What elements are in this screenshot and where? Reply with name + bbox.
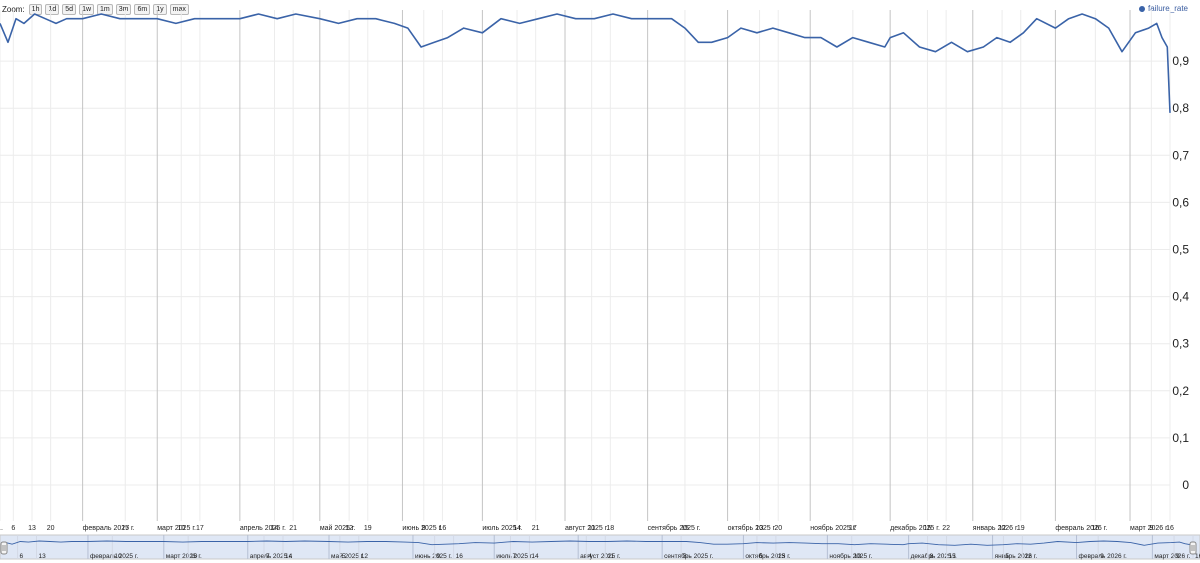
navigator-tick-label: 8 bbox=[930, 553, 934, 560]
x-tick-label: декабрь 2025 г. bbox=[890, 524, 940, 532]
x-tick-label: 9 bbox=[1149, 525, 1153, 532]
navigator-tick-label: 12 bbox=[361, 553, 369, 560]
navigator-tick-label: 15 bbox=[949, 553, 957, 560]
navigator-tick-label: 7 bbox=[266, 553, 270, 560]
x-tick-label: 17 bbox=[121, 525, 129, 532]
navigator-tick-label: 7 bbox=[512, 553, 516, 560]
x-tick-label: август 2025 г. bbox=[565, 525, 608, 532]
x-tick-label: 15 bbox=[924, 525, 932, 532]
navigator-tick-label: 13 bbox=[778, 553, 786, 560]
x-tick-label: 21 bbox=[289, 525, 297, 532]
navigator-tick-label: 11 bbox=[607, 553, 614, 560]
y-tick-label: 0,3 bbox=[1172, 337, 1189, 351]
navigator-tick-label: май 2025 г. bbox=[331, 552, 364, 560]
x-tick-label: 13 bbox=[756, 525, 764, 532]
navigator-tick-label: ноябрь 2025 г. bbox=[829, 552, 872, 560]
grid-lines bbox=[0, 10, 1171, 521]
navigator-tick-label: 10 bbox=[114, 553, 122, 560]
navigator-tick-label: 6 bbox=[20, 553, 24, 560]
x-tick-label: февраль 2026 г. bbox=[1055, 525, 1107, 532]
navigator-tick-label: 16 bbox=[1195, 553, 1200, 560]
navigator-tick-label: 16 bbox=[456, 553, 464, 560]
y-tick-label: 0,9 bbox=[1172, 54, 1189, 68]
x-tick-label: 12 bbox=[998, 525, 1006, 532]
x-tick-label: 20 bbox=[774, 525, 782, 532]
navigator-tick-label: 5 bbox=[1005, 553, 1009, 560]
y-tick-label: 0,1 bbox=[1172, 431, 1189, 445]
x-tick-label: 13 bbox=[28, 525, 36, 532]
x-tick-label: октябрь 2025 г. bbox=[728, 524, 777, 532]
y-axis-ticks: 0 0,1 0,2 0,3 0,4 0,5 0,6 0,7 0,8 0,9 bbox=[1172, 54, 1189, 492]
x-tick-label: 19 bbox=[364, 525, 372, 532]
x-tick-label: 22 bbox=[942, 525, 950, 532]
x-tick-label: 16 bbox=[1091, 525, 1099, 532]
x-tick-label: 18 bbox=[606, 525, 614, 532]
navigator-left-handle[interactable] bbox=[0, 541, 8, 555]
y-tick-label: 0,5 bbox=[1172, 243, 1189, 257]
navigator-tick-label: март 2026 г. bbox=[1154, 553, 1190, 560]
navigator-tick-label: 9 bbox=[1176, 553, 1180, 560]
x-tick-label: 19 bbox=[1017, 525, 1025, 532]
x-tick-label: 12 bbox=[345, 525, 353, 532]
navigator-tick-label: 13 bbox=[39, 553, 47, 560]
x-tick-label: 20 bbox=[47, 525, 55, 532]
x-tick-label: 21 bbox=[532, 525, 540, 532]
navigator-tick-label: 9 bbox=[1100, 553, 1104, 560]
y-tick-label: 0,4 bbox=[1172, 290, 1189, 304]
navigator-tick-label: 5 bbox=[342, 553, 346, 560]
navigator-tick-label: 6 bbox=[759, 553, 763, 560]
x-tick-label: ... bbox=[0, 525, 3, 532]
series-failure-rate bbox=[0, 13, 1171, 113]
x-tick-label: 17 bbox=[196, 525, 204, 532]
x-tick-label: 17 bbox=[849, 525, 857, 532]
x-tick-label: 10 bbox=[177, 525, 185, 532]
navigator-tick-label: 12 bbox=[1024, 553, 1032, 560]
navigator-tick-label: сентябрь 2025 г. bbox=[664, 552, 713, 560]
navigator-tick-label: 10 bbox=[190, 553, 198, 560]
x-tick-label: январь 2026 г. bbox=[973, 525, 1019, 532]
navigator-tick-label: 14 bbox=[531, 553, 539, 560]
x-tick-label: 11 bbox=[588, 525, 595, 532]
x-tick-label: сентябрь 2025 г. bbox=[648, 524, 701, 532]
y-tick-label: 0 bbox=[1182, 478, 1189, 492]
y-tick-label: 0,6 bbox=[1172, 195, 1189, 209]
navigator-right-handle[interactable] bbox=[1189, 541, 1197, 555]
x-tick-label: 14 bbox=[513, 525, 521, 532]
y-tick-label: 0,8 bbox=[1172, 101, 1189, 115]
x-tick-label: 16 bbox=[1166, 525, 1174, 532]
navigator-tick-label: 10 bbox=[854, 553, 862, 560]
navigator-tick-label: 9 bbox=[437, 553, 441, 560]
x-tick-label: 14 bbox=[271, 525, 279, 532]
y-tick-label: 0,2 bbox=[1172, 384, 1189, 398]
x-tick-label: 15 bbox=[681, 525, 689, 532]
x-tick-label: 9 bbox=[422, 525, 426, 532]
navigator[interactable]: 6 13 февраль 2025 г.10 март 2025 г.10 апрель… bbox=[0, 534, 1200, 560]
navigator-tick-label: 4 bbox=[588, 553, 592, 560]
x-tick-label: апрель 2025 г. bbox=[240, 525, 286, 532]
x-tick-label: 16 bbox=[439, 525, 447, 532]
navigator-tick-label: июнь 2025 г. bbox=[415, 553, 452, 560]
navigator-tick-label: 14 bbox=[285, 553, 293, 560]
navigator-tick-label: 8 bbox=[683, 553, 687, 560]
series-line-failure-rate bbox=[0, 13, 1171, 113]
x-axis-ticks: ...61320февраль 2025 г.17март 2025 г.101… bbox=[0, 524, 1174, 532]
chart-canvas[interactable]: 0 0,1 0,2 0,3 0,4 0,5 0,6 0,7 0,8 0,9 ... 6 13 20 фев… bbox=[0, 0, 1200, 563]
y-tick-label: 0,7 bbox=[1172, 148, 1189, 162]
x-tick-label: 6 bbox=[11, 525, 15, 532]
